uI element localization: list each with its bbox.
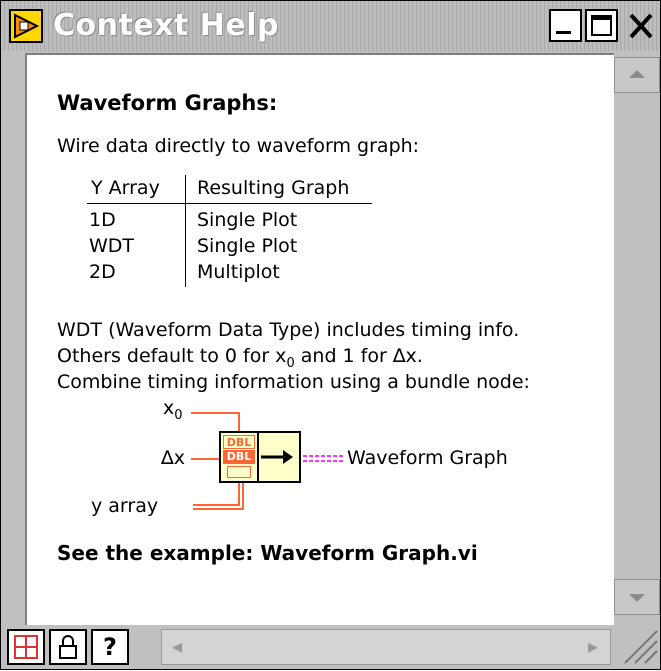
horizontal-scrollbar[interactable]: ◂ ▸ <box>161 629 611 665</box>
help-intro: Wire data directly to waveform graph: <box>57 135 420 157</box>
scroll-up-icon[interactable] <box>614 57 660 93</box>
resize-grip-icon[interactable] <box>615 629 659 665</box>
window-title: Context Help <box>53 8 280 43</box>
window-icon <box>9 9 43 43</box>
bundle-node: DBL DBL <box>219 431 301 483</box>
table-cell: WDT <box>89 235 135 257</box>
minimize-icon[interactable] <box>549 9 582 42</box>
table-divider <box>87 203 372 204</box>
help-icon[interactable]: ? <box>91 629 129 665</box>
table-cell: Single Plot <box>197 209 298 231</box>
table-header-y-array: Y Array <box>91 177 160 199</box>
table-cell: 2D <box>89 261 116 283</box>
maximize-icon[interactable] <box>585 9 618 42</box>
bottom-toolbar: ? ◂ ▸ <box>1 625 660 669</box>
lock-icon[interactable] <box>49 629 87 665</box>
hierarchy-icon[interactable] <box>7 629 45 665</box>
table-header-resulting-graph: Resulting Graph <box>197 177 350 199</box>
note-line-2: Others default to 0 for x0 and 1 for ∆x. <box>57 345 423 371</box>
table-cell: Multiplot <box>197 261 280 283</box>
scroll-left-icon[interactable]: ◂ <box>164 634 190 662</box>
table-column-divider <box>185 175 186 287</box>
title-bar[interactable]: Context Help <box>1 1 660 51</box>
table-cell: 1D <box>89 209 116 231</box>
input-x0: x0 <box>163 397 183 423</box>
scroll-down-icon[interactable] <box>614 579 660 615</box>
help-heading: Waveform Graphs: <box>57 91 278 115</box>
note-line-3: Combine timing information using a bundl… <box>57 371 530 393</box>
help-content: Waveform Graphs: Wire data directly to w… <box>25 53 614 627</box>
close-icon[interactable] <box>621 9 659 42</box>
output-waveform-graph: Waveform Graph <box>347 447 508 469</box>
dbl-terminal: DBL <box>223 435 255 449</box>
vertical-scrollbar[interactable] <box>614 53 660 625</box>
bundle-diagram: DBL DBL x0 ∆x y array Waveform Graph <box>27 395 614 525</box>
input-y-array: y array <box>91 495 159 517</box>
input-delta-x: ∆x <box>161 447 185 469</box>
dbl-terminal: DBL <box>223 450 255 464</box>
scroll-right-icon[interactable]: ▸ <box>580 634 606 662</box>
note-line-1: WDT (Waveform Data Type) includes timing… <box>57 319 520 341</box>
array-terminal <box>227 466 251 478</box>
example-link[interactable]: See the example: Waveform Graph.vi <box>57 541 478 565</box>
table-cell: Single Plot <box>197 235 298 257</box>
context-help-window: Context Help Waveform Graphs: Wire data … <box>0 0 661 670</box>
